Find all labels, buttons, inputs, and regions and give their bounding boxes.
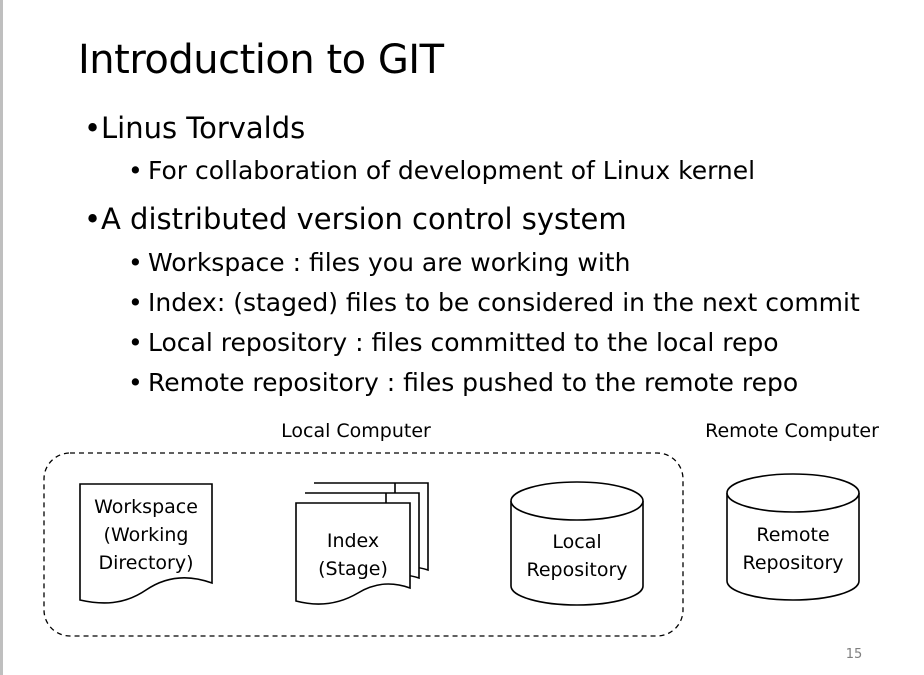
local-repository-label: Local Repository — [526, 531, 628, 581]
index-label: Index (Stage) — [318, 530, 388, 580]
remote-repository-label: Remote Repository — [742, 524, 844, 574]
page-number: 15 — [845, 647, 863, 662]
remote-repo-top — [726, 473, 860, 513]
workspace-label: Workspace (Working Directory) — [94, 496, 198, 574]
local-repo-top — [510, 481, 644, 521]
